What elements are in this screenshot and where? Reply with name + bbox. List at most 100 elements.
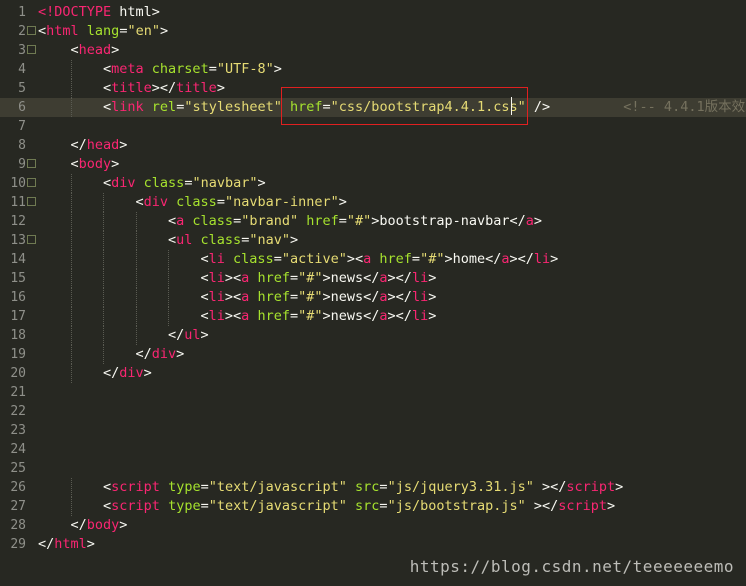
- code-token: >: [200, 327, 209, 343]
- code-text[interactable]: </html>: [38, 535, 95, 554]
- code-line[interactable]: 1 <!DOCTYPE html>: [0, 3, 746, 22]
- code-token: li: [208, 308, 225, 324]
- fold-toggle-icon[interactable]: [27, 26, 36, 35]
- line-number: 18: [10, 328, 26, 343]
- line-number: 1: [18, 5, 26, 20]
- code-token: >: [550, 251, 559, 267]
- fold-toggle-icon[interactable]: [27, 235, 36, 244]
- code-text[interactable]: <html lang="en">: [38, 22, 168, 41]
- code-line[interactable]: 10 <div class="navbar">: [0, 174, 746, 193]
- code-line[interactable]: 2 <html lang="en">: [0, 22, 746, 41]
- indent-guide: [70, 326, 72, 345]
- code-text[interactable]: <li class="active"><a href="#">home</a><…: [201, 250, 559, 269]
- code-token: li: [208, 251, 225, 267]
- code-token: <: [168, 213, 177, 229]
- code-token: li: [208, 270, 225, 286]
- indent-guide: [70, 79, 72, 98]
- code-token: "en": [127, 23, 160, 39]
- code-text[interactable]: <div class="navbar">: [103, 174, 266, 193]
- code-line[interactable]: 24: [0, 440, 746, 459]
- code-text[interactable]: <script type="text/javascript" src="js/j…: [103, 478, 623, 497]
- code-line[interactable]: 12 <a class="brand" href="#">bootstrap-na…: [0, 212, 746, 231]
- code-token: href: [257, 308, 290, 324]
- fold-toggle-icon[interactable]: [27, 178, 36, 187]
- code-text[interactable]: <meta charset="UTF-8">: [103, 60, 282, 79]
- code-line[interactable]: 3 <head>: [0, 41, 746, 60]
- code-token: "text/javascript": [208, 479, 347, 495]
- code-text[interactable]: <link rel="stylesheet" href="css/bootstr…: [103, 98, 746, 117]
- code-line[interactable]: 21: [0, 383, 746, 402]
- code-token: "#": [298, 308, 323, 324]
- indent-guide: [168, 288, 169, 307]
- code-token: <: [70, 42, 79, 58]
- code-token: =: [379, 498, 388, 514]
- code-line[interactable]: 26 <script type="text/javascript" src="js…: [0, 478, 746, 497]
- indent-guide: [103, 212, 104, 231]
- code-token: script: [558, 498, 608, 514]
- line-number: 17: [10, 309, 26, 324]
- code-text[interactable]: <li><a href="#">news</a></li>: [201, 288, 437, 307]
- code-line[interactable]: 14 <li class="active"><a href="#">home</a…: [0, 250, 746, 269]
- code-line[interactable]: 11 <div class="navbar-inner">: [0, 193, 746, 212]
- code-token: meta: [111, 61, 144, 77]
- code-token: a: [379, 308, 388, 324]
- code-token: link: [111, 99, 144, 115]
- code-text[interactable]: <a class="brand" href="#">bootstrap-navb…: [168, 212, 542, 231]
- code-text[interactable]: <body>: [71, 155, 120, 174]
- fold-toggle-icon[interactable]: [27, 197, 36, 206]
- code-token: </: [103, 365, 120, 381]
- code-line[interactable]: 28 </body>: [0, 516, 746, 535]
- code-token: <: [200, 289, 209, 305]
- code-token: ul: [184, 327, 201, 343]
- code-line[interactable]: 9 <body>: [0, 155, 746, 174]
- code-text[interactable]: <!DOCTYPE html>: [38, 3, 160, 22]
- code-token: >: [111, 42, 120, 58]
- code-editor[interactable]: 1 <!DOCTYPE html> 2 <html lang="en"> 3 <head>…: [0, 0, 746, 586]
- code-line[interactable]: 7: [0, 117, 746, 136]
- code-token: a: [379, 289, 388, 305]
- code-line[interactable]: 17 <li><a href="#">news</a></li>: [0, 307, 746, 326]
- code-line[interactable]: 4 <meta charset="UTF-8">: [0, 60, 746, 79]
- code-token: ><: [224, 270, 242, 286]
- code-token: head: [86, 137, 120, 153]
- fold-toggle-icon[interactable]: [27, 45, 36, 54]
- line-number: 14: [10, 252, 26, 267]
- code-line[interactable]: 20 </div>: [0, 364, 746, 383]
- code-token: =: [216, 194, 225, 210]
- code-text[interactable]: <li><a href="#">news</a></li>: [201, 269, 437, 288]
- code-line[interactable]: 18 </ul>: [0, 326, 746, 345]
- code-text[interactable]: </div>: [136, 345, 185, 364]
- code-text[interactable]: </head>: [71, 136, 128, 155]
- code-token: >: [428, 270, 437, 286]
- code-line[interactable]: 25: [0, 459, 746, 478]
- code-text[interactable]: </ul>: [168, 326, 209, 345]
- code-line[interactable]: 5 <title></title>: [0, 79, 746, 98]
- code-line[interactable]: 13 <ul class="nav">: [0, 231, 746, 250]
- code-line[interactable]: 15 <li><a href="#">news</a></li>: [0, 269, 746, 288]
- code-line[interactable]: 22: [0, 402, 746, 421]
- code-line[interactable]: 23: [0, 421, 746, 440]
- fold-toggle-icon[interactable]: [27, 159, 36, 168]
- code-text[interactable]: <title></title>: [103, 79, 225, 98]
- code-line[interactable]: 6 <link rel="stylesheet" href="css/bootst…: [0, 98, 746, 117]
- code-line[interactable]: 27 <script type="text/javascript" src="js…: [0, 497, 746, 516]
- code-text[interactable]: <ul class="nav">: [168, 231, 298, 250]
- code-text[interactable]: <head>: [71, 41, 120, 60]
- code-line[interactable]: 16 <li><a href="#">news</a></li>: [0, 288, 746, 307]
- code-text[interactable]: </body>: [71, 516, 128, 535]
- code-line[interactable]: 8 </head>: [0, 136, 746, 155]
- code-token: >: [428, 308, 437, 324]
- code-text[interactable]: <li><a href="#">news</a></li>: [201, 307, 437, 326]
- code-token: title: [111, 80, 152, 96]
- code-token: "navbar-inner": [224, 194, 339, 210]
- code-text[interactable]: </div>: [103, 364, 152, 383]
- code-text[interactable]: <div class="navbar-inner">: [136, 193, 347, 212]
- code-token: div: [143, 194, 169, 210]
- code-text[interactable]: <script type="text/javascript" src="js/b…: [103, 497, 615, 516]
- code-line[interactable]: 29 </html>: [0, 535, 746, 554]
- code-line[interactable]: 19 </div>: [0, 345, 746, 364]
- line-number: 3: [18, 43, 26, 58]
- code-token: =: [338, 213, 347, 229]
- code-token: "UTF-8": [216, 61, 274, 77]
